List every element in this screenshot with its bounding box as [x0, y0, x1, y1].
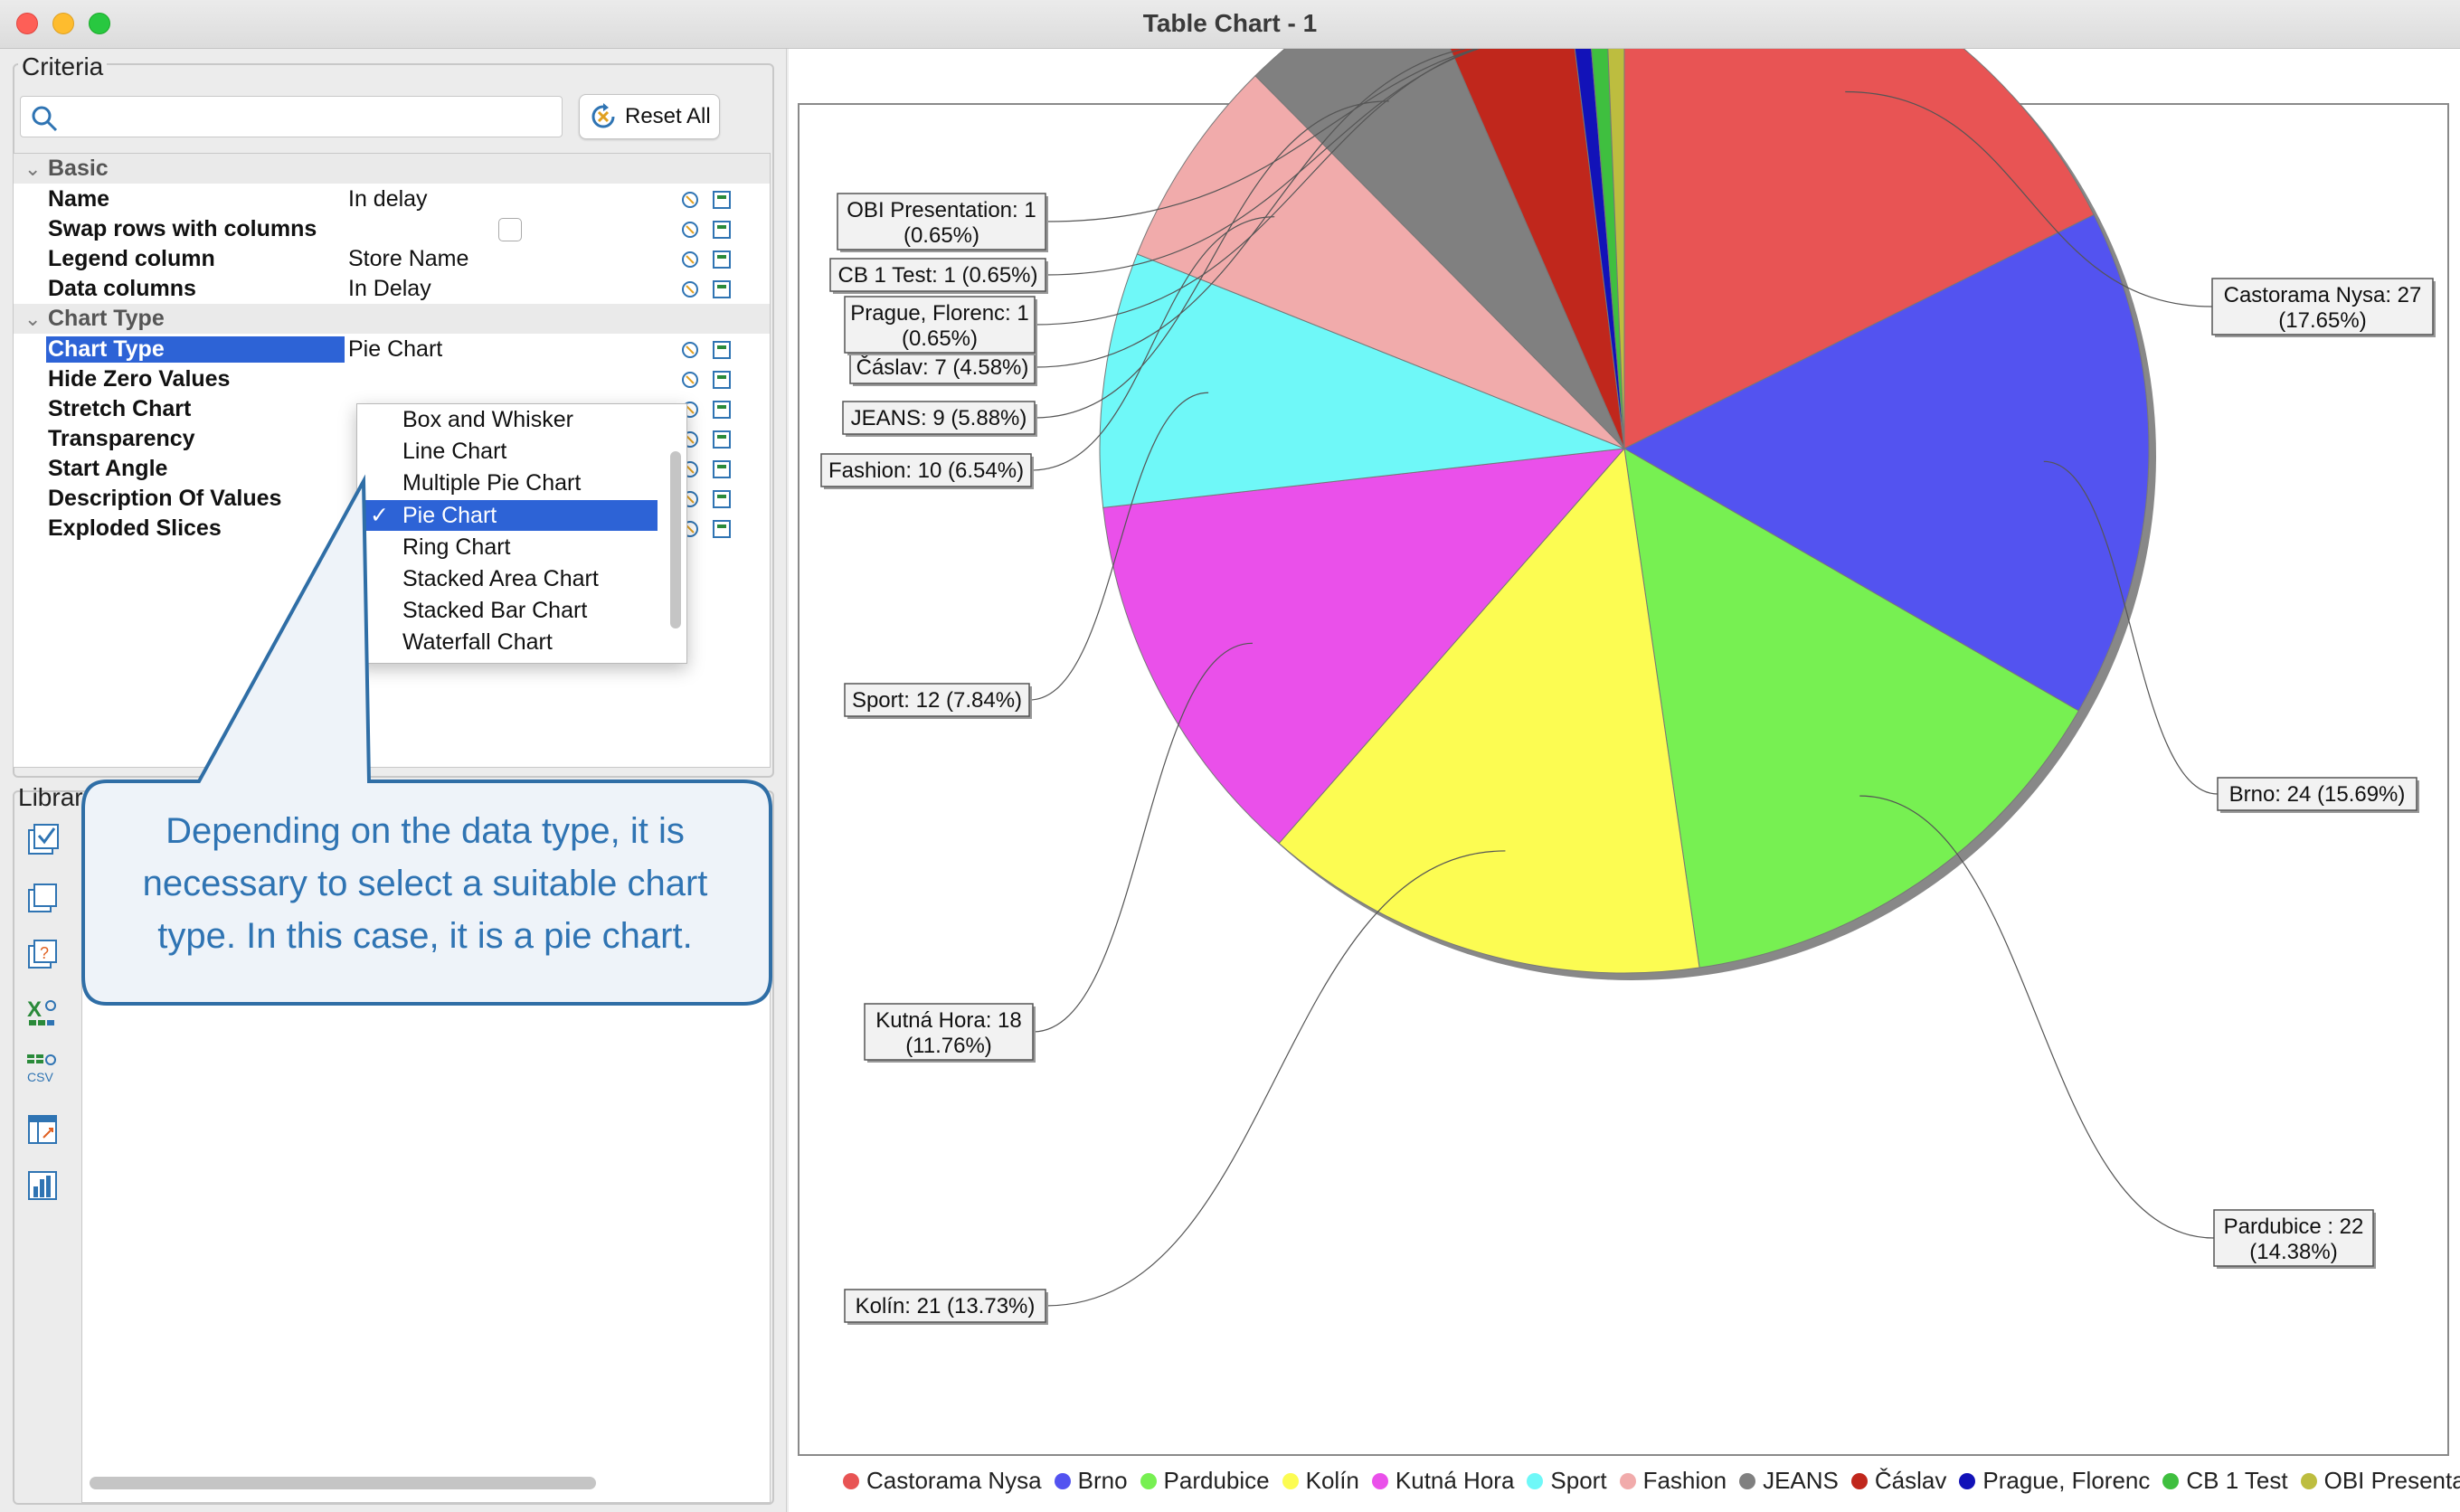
legend-label: JEANS	[1763, 1467, 1839, 1494]
legend-item: Prague, Florenc	[1959, 1467, 2150, 1495]
slice-label: OBI Presentation: 1(0.65%)	[837, 193, 1048, 252]
legend-swatch	[1140, 1472, 1157, 1489]
chart-panel: In delay Castorama Nysa: 27(17.65%)Brno:…	[789, 49, 2460, 1512]
slice-label-text: Brno: 24 (15.69%)	[2229, 782, 2406, 807]
legend-label: Sport	[1550, 1467, 1607, 1494]
slice-label-text: Čáslav: 7 (4.58%)	[856, 354, 1029, 380]
slice-label: Brno: 24 (15.69%)	[2217, 777, 2419, 813]
legend-item: Castorama Nysa	[843, 1467, 1042, 1495]
legend-item: Čáslav	[1850, 1467, 1947, 1495]
slice-label-text: Pardubice : 22	[2224, 1214, 2364, 1239]
legend-item: Brno	[1054, 1467, 1128, 1495]
slice-label-text: JEANS: 9 (5.88%)	[851, 406, 1027, 430]
legend-item: Pardubice	[1140, 1467, 1270, 1495]
pie-chart: Castorama Nysa: 27(17.65%) Brno: 24 (15.6…	[820, 49, 2436, 1325]
legend-label: Prague, Florenc	[1982, 1467, 2151, 1494]
legend-item: Fashion	[1619, 1467, 1727, 1495]
slice-label: Kutná Hora: 18(11.76%)	[864, 1003, 1036, 1063]
legend-swatch	[1850, 1472, 1868, 1489]
legend-item: JEANS	[1739, 1467, 1839, 1495]
legend-swatch	[1739, 1472, 1756, 1489]
callout-line: necessary to select a suitable chart	[142, 864, 708, 903]
legend-label: Čáslav	[1874, 1467, 1947, 1494]
legend-swatch	[1619, 1472, 1636, 1489]
legend-label: Brno	[1077, 1467, 1128, 1494]
legend-label: Kolín	[1305, 1467, 1359, 1494]
legend-label: OBI Presentation	[2323, 1467, 2460, 1494]
legend-label: Kutná Hora	[1395, 1467, 1515, 1494]
legend-label: Pardubice	[1163, 1467, 1270, 1494]
legend-item: Kutná Hora	[1371, 1467, 1515, 1495]
legend-swatch	[1282, 1472, 1299, 1489]
legend-item: Kolín	[1282, 1467, 1359, 1495]
slice-label: Prague, Florenc: 1(0.65%)	[844, 296, 1037, 355]
slice-label-text: CB 1 Test: 1 (0.65%)	[838, 263, 1038, 288]
slice-label-text: Fashion: 10 (6.54%)	[828, 458, 1024, 483]
legend-swatch	[2162, 1472, 2180, 1489]
callout-bubble	[81, 474, 772, 1006]
legend-item: OBI Presentation	[2300, 1467, 2460, 1495]
slice-label-text: Sport: 12 (7.84%)	[852, 688, 1022, 713]
slice-label: Fashion: 10 (6.54%)	[820, 453, 1034, 489]
slice-label-text: (0.65%)	[902, 326, 978, 351]
legend-swatch	[1054, 1472, 1071, 1489]
callout-line: Depending on the data type, it is	[166, 811, 685, 851]
legend-swatch	[2300, 1472, 2317, 1489]
legend-swatch	[1527, 1472, 1544, 1489]
slice-label-text: Kutná Hora: 18	[875, 1008, 1021, 1033]
slice-label: JEANS: 9 (5.88%)	[842, 401, 1037, 437]
legend-swatch	[1959, 1472, 1976, 1489]
slice-label-text: OBI Presentation: 1	[847, 198, 1036, 222]
legend-label: Castorama Nysa	[866, 1467, 1042, 1494]
slice-label-text: (11.76%)	[905, 1034, 992, 1058]
slice-label-text: (0.65%)	[904, 223, 979, 248]
legend-item: Sport	[1527, 1467, 1607, 1495]
legend-swatch	[1371, 1472, 1388, 1489]
slice-label: CB 1 Test: 1 (0.65%)	[829, 258, 1048, 294]
slice-label: Kolín: 21 (13.73%)	[844, 1289, 1048, 1325]
legend-item: CB 1 Test	[2162, 1467, 2288, 1495]
legend-label: CB 1 Test	[2186, 1467, 2288, 1494]
slice-label-text: (17.65%)	[2278, 308, 2366, 333]
slice-label-text: (14.38%)	[2249, 1240, 2337, 1264]
slice-label: Čáslav: 7 (4.58%)	[849, 350, 1037, 386]
legend-label: Fashion	[1642, 1467, 1727, 1494]
slice-label-text: Kolín: 21 (13.73%)	[856, 1294, 1036, 1318]
slice-label: Sport: 12 (7.84%)	[844, 683, 1032, 719]
slice-label: Castorama Nysa: 27(17.65%)	[2211, 278, 2436, 337]
chart-legend: Castorama Nysa Brno Pardubice Kolín Kutná Ho…	[843, 1467, 2460, 1503]
slice-label: Pardubice : 22(14.38%)	[2213, 1209, 2376, 1269]
callout-text: Depending on the data type, it is necess…	[90, 805, 760, 962]
legend-swatch	[843, 1472, 859, 1489]
callout-line: type. In this case, it is a pie chart.	[157, 916, 693, 956]
slice-label-text: Castorama Nysa: 27	[2224, 283, 2422, 307]
slice-label-text: Prague, Florenc: 1	[850, 301, 1028, 326]
